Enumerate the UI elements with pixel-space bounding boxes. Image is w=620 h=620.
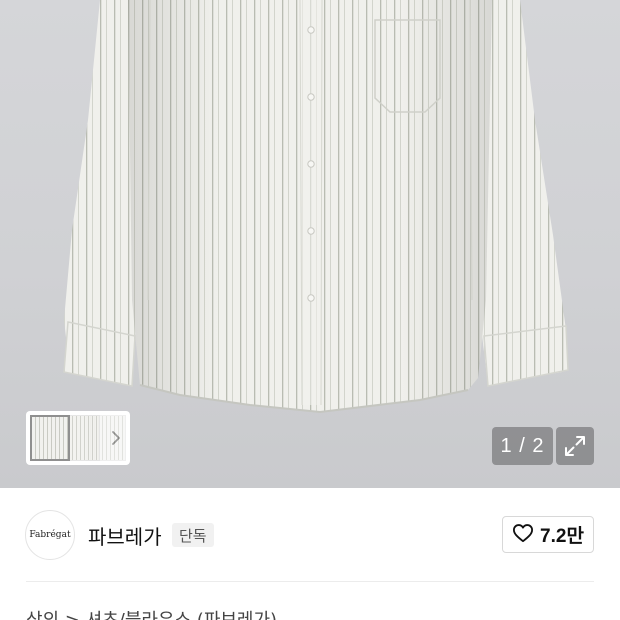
thumbnail-strip[interactable] [26,411,130,465]
breadcrumb[interactable]: 상의 > 셔츠/블라우스 (파브레가) [26,606,277,620]
brand-name[interactable]: 파브레가 [88,521,162,550]
expand-arrows-icon [563,434,587,458]
expand-button[interactable] [556,427,594,465]
exclusive-badge: 단독 [172,523,214,547]
brand-row: Fabrégat 파브레가 단독 7.2만 [0,488,620,581]
brand-logo-text: Fabrégat [29,530,71,540]
product-image-gallery[interactable]: 1 / 2 [0,0,620,488]
thumbnail-1[interactable] [30,415,70,461]
like-button[interactable]: 7.2만 [502,516,594,553]
heart-outline-icon [512,523,534,547]
divider [26,581,594,582]
product-detail-screen: 1 / 2 Fabrégat 파브레가 단독 7.2만 상의 > 셔츠/블라우스… [0,0,620,620]
page-indicator: 1 / 2 [492,427,553,465]
like-count: 7.2만 [540,526,584,547]
brand-logo[interactable]: Fabrégat [25,510,75,560]
